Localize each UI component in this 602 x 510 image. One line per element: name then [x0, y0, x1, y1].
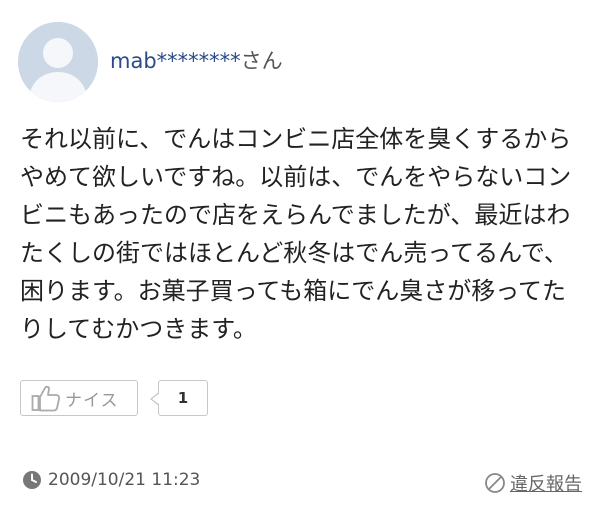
username-row: mab********さん — [110, 47, 283, 75]
like-count-bubble: 1 — [150, 380, 208, 416]
thumbs-up-icon — [31, 384, 61, 412]
comment-line: 困ります。お菓子買っても箱にでん臭さが移ってた — [20, 277, 566, 305]
clock-icon — [23, 471, 41, 489]
report-link[interactable]: 違反報告 — [484, 470, 582, 496]
comment-line: それ以前に、でんはコンビニ店全体を臭くするから — [20, 125, 572, 153]
like-count: 1 — [177, 389, 189, 407]
like-label: ナイス — [65, 390, 119, 411]
username-link[interactable]: mab******** — [110, 49, 241, 73]
report-label: 違反報告 — [510, 474, 582, 495]
comment-line: ビニもあったので店をえらんでましたが、最近はわ — [20, 201, 571, 229]
honorific-label: さん — [240, 49, 283, 73]
timestamp: 2009/10/21 11:23 — [48, 470, 201, 490]
like-button[interactable]: ナイス — [20, 380, 138, 416]
bubble-arrow-inner — [152, 393, 160, 405]
default-user-avatar-icon — [18, 22, 98, 102]
timestamp-row: 2009/10/21 11:23 — [22, 470, 200, 490]
comment-line: りしてむかつきます。 — [20, 315, 257, 343]
comment-body: それ以前に、でんはコンビニ店全体を臭くするから やめて欲しいですね。以前は、でん… — [20, 120, 590, 348]
prohibited-icon — [485, 473, 505, 493]
comment-line: やめて欲しいですね。以前は、でんをやらないコン — [20, 163, 572, 191]
comment-line: たくしの街ではほとんど秋冬はでん売ってるんで、 — [20, 239, 568, 267]
comment-card: mab********さん それ以前に、でんはコンビニ店全体を臭くするから やめ… — [0, 0, 602, 510]
avatar[interactable] — [18, 22, 98, 102]
